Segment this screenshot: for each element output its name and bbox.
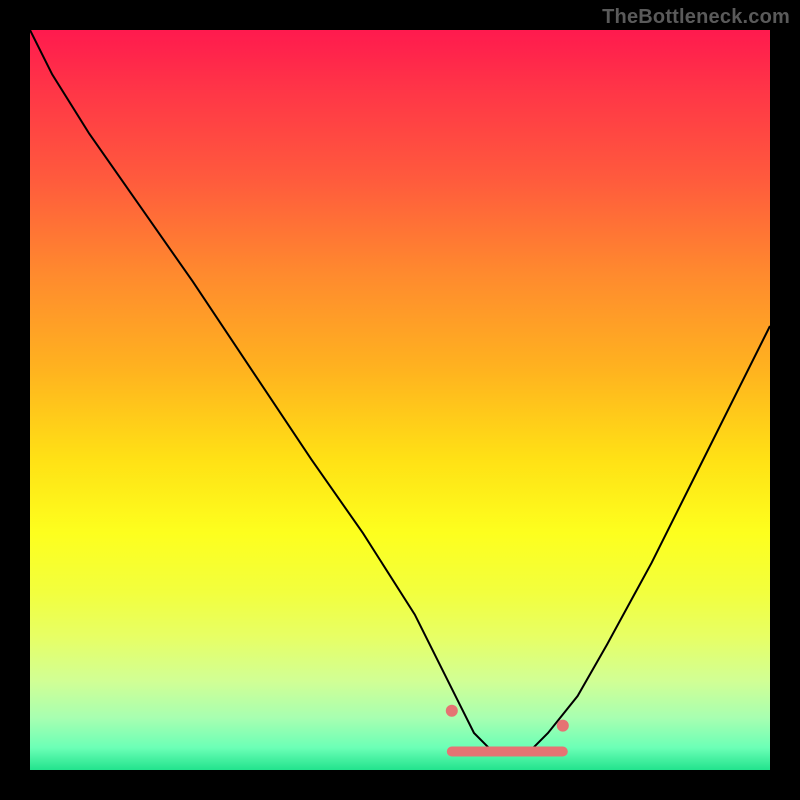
bottleneck-curve — [30, 30, 770, 755]
watermark-label: TheBottleneck.com — [602, 6, 790, 29]
chart-container: TheBottleneck.com — [0, 0, 800, 800]
optimal-point-right — [557, 720, 569, 732]
plot-area — [30, 30, 770, 770]
optimal-point-left — [446, 705, 458, 717]
curve-svg — [30, 30, 770, 770]
